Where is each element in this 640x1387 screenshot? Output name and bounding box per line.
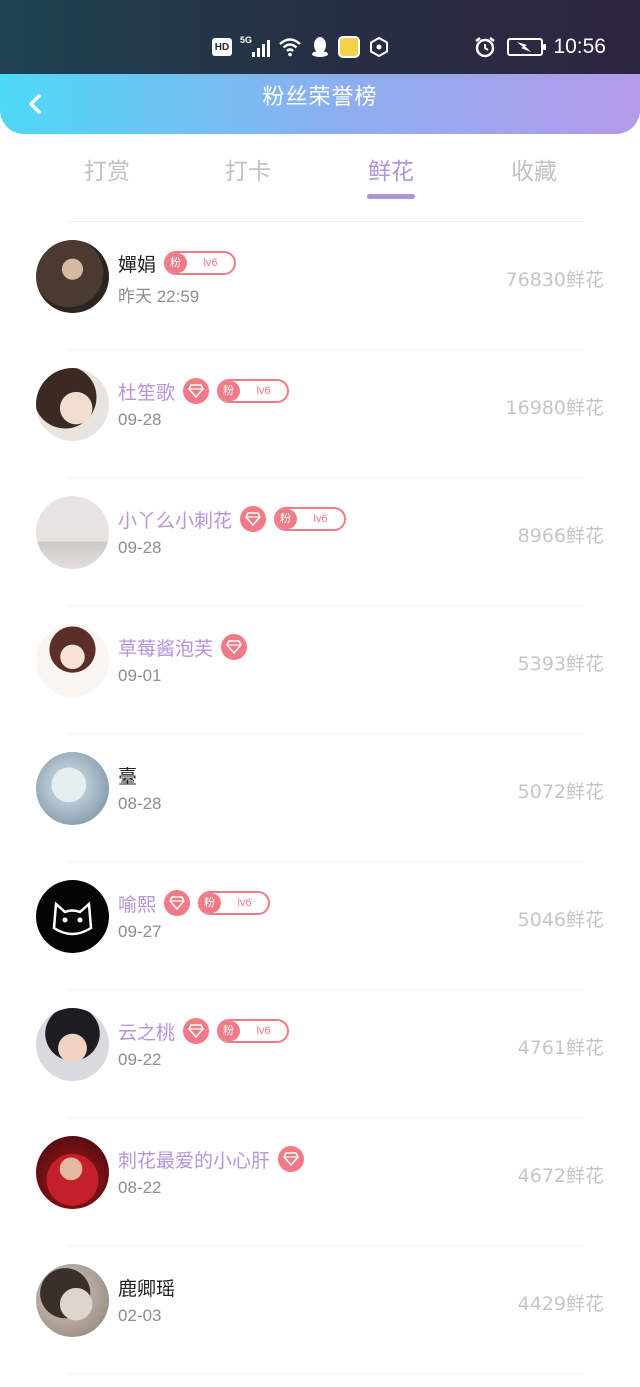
tab-favorites[interactable]: 收藏 [484, 152, 584, 186]
timestamp: 02-03 [118, 1306, 162, 1325]
list-item[interactable]: 喻熙 粉 lv6 09-27 5046鲜花 [0, 862, 640, 990]
flower-count: 4672鲜花 [517, 1165, 604, 1187]
timestamp: 昨天 22:59 [118, 287, 200, 306]
status-right: 10:56 [473, 34, 606, 60]
flower-count: 5072鲜花 [517, 781, 604, 803]
qq-icon [312, 37, 328, 57]
avatar [36, 752, 109, 825]
diamond-icon [183, 378, 210, 404]
page: HD 5G 10:56 粉丝荣誉榜 打赏 打卡 鲜花 收藏 嬋娟 粉 lv6 昨… [0, 0, 640, 1387]
signal-5g-icon: 5G [240, 35, 270, 57]
alarm-icon [475, 37, 496, 58]
fan-level-badge: 粉 lv6 [217, 379, 290, 403]
divider [68, 1373, 584, 1374]
user-name: 云之桃 [118, 1021, 176, 1044]
flower-count: 4761鲜花 [517, 1037, 604, 1059]
active-tab-indicator [367, 194, 415, 199]
fan-level-badge: 粉 lv6 [198, 891, 271, 915]
fan-level-badge: 粉 lv6 [274, 507, 347, 531]
tab-flowers[interactable]: 鲜花 [341, 152, 441, 186]
avatar [36, 496, 109, 569]
timestamp: 09-01 [118, 666, 162, 685]
user-name: 杜笙歌 [118, 381, 176, 404]
avatar [36, 1136, 109, 1209]
timestamp: 09-22 [118, 1050, 162, 1069]
user-name: 臺 [118, 765, 138, 788]
user-name: 喻熙 [118, 893, 157, 916]
fan-level-badge: 粉 lv6 [217, 1019, 290, 1043]
avatar [36, 368, 109, 441]
timestamp: 09-27 [118, 922, 162, 941]
diamond-icon [164, 890, 191, 916]
tab-bar: 打赏 打卡 鲜花 收藏 [0, 134, 640, 220]
header: 粉丝荣誉榜 [0, 74, 640, 134]
hd-icon: HD [212, 38, 232, 56]
diamond-icon [183, 1018, 210, 1044]
diamond-icon [240, 506, 267, 532]
page-title: 粉丝荣誉榜 [262, 85, 378, 110]
flower-count: 4429鲜花 [517, 1293, 604, 1315]
user-name: 刺花最爱的小心肝 [118, 1149, 271, 1172]
user-name: 嬋娟 [118, 253, 157, 276]
list-item[interactable]: 鹿卿瑶 02-03 4429鲜花 [0, 1246, 640, 1374]
user-name: 小丫么小刺花 [118, 509, 233, 532]
timestamp: 09-28 [118, 538, 162, 557]
flower-count: 8966鲜花 [517, 525, 604, 547]
avatar [36, 880, 109, 953]
flower-count: 5046鲜花 [517, 909, 604, 931]
list-item[interactable]: 草莓酱泡芙 09-01 5393鲜花 [0, 606, 640, 734]
tab-reward[interactable]: 打赏 [57, 152, 157, 186]
list-item[interactable]: 嬋娟 粉 lv6 昨天 22:59 76830鲜花 [0, 222, 640, 350]
avatar [36, 1008, 109, 1081]
wifi-icon [279, 38, 301, 57]
diamond-icon [221, 634, 248, 660]
flower-count: 5393鲜花 [517, 653, 604, 675]
list-item[interactable]: 臺 08-28 5072鲜花 [0, 734, 640, 862]
list-item[interactable]: 云之桃 粉 lv6 09-22 4761鲜花 [0, 990, 640, 1118]
timestamp: 09-28 [118, 410, 162, 429]
battery-icon [507, 38, 547, 56]
fan-level-badge: 粉 lv6 [164, 251, 237, 275]
nfc-icon [370, 36, 388, 58]
flower-count: 16980鲜花 [505, 397, 604, 419]
list-item[interactable]: 杜笙歌 粉 lv6 09-28 16980鲜花 [0, 350, 640, 478]
ranking-list: 嬋娟 粉 lv6 昨天 22:59 76830鲜花 杜笙歌 粉 lv6 09-2… [0, 222, 640, 1374]
flower-count: 76830鲜花 [505, 269, 604, 291]
tab-checkin[interactable]: 打卡 [198, 152, 298, 186]
timestamp: 08-22 [118, 1178, 162, 1197]
avatar [36, 1264, 109, 1337]
user-name: 鹿卿瑶 [118, 1277, 176, 1300]
avatar [36, 240, 109, 313]
timestamp: 08-28 [118, 794, 162, 813]
avatar [36, 624, 109, 697]
list-item[interactable]: 刺花最爱的小心肝 08-22 4672鲜花 [0, 1118, 640, 1246]
app-notification-icon [338, 36, 360, 58]
diamond-icon [278, 1146, 305, 1172]
clock: 10:56 [553, 35, 606, 58]
status-icons: HD 5G [212, 35, 390, 58]
user-name: 草莓酱泡芙 [118, 637, 214, 660]
list-item[interactable]: 小丫么小刺花 粉 lv6 09-28 8966鲜花 [0, 478, 640, 606]
